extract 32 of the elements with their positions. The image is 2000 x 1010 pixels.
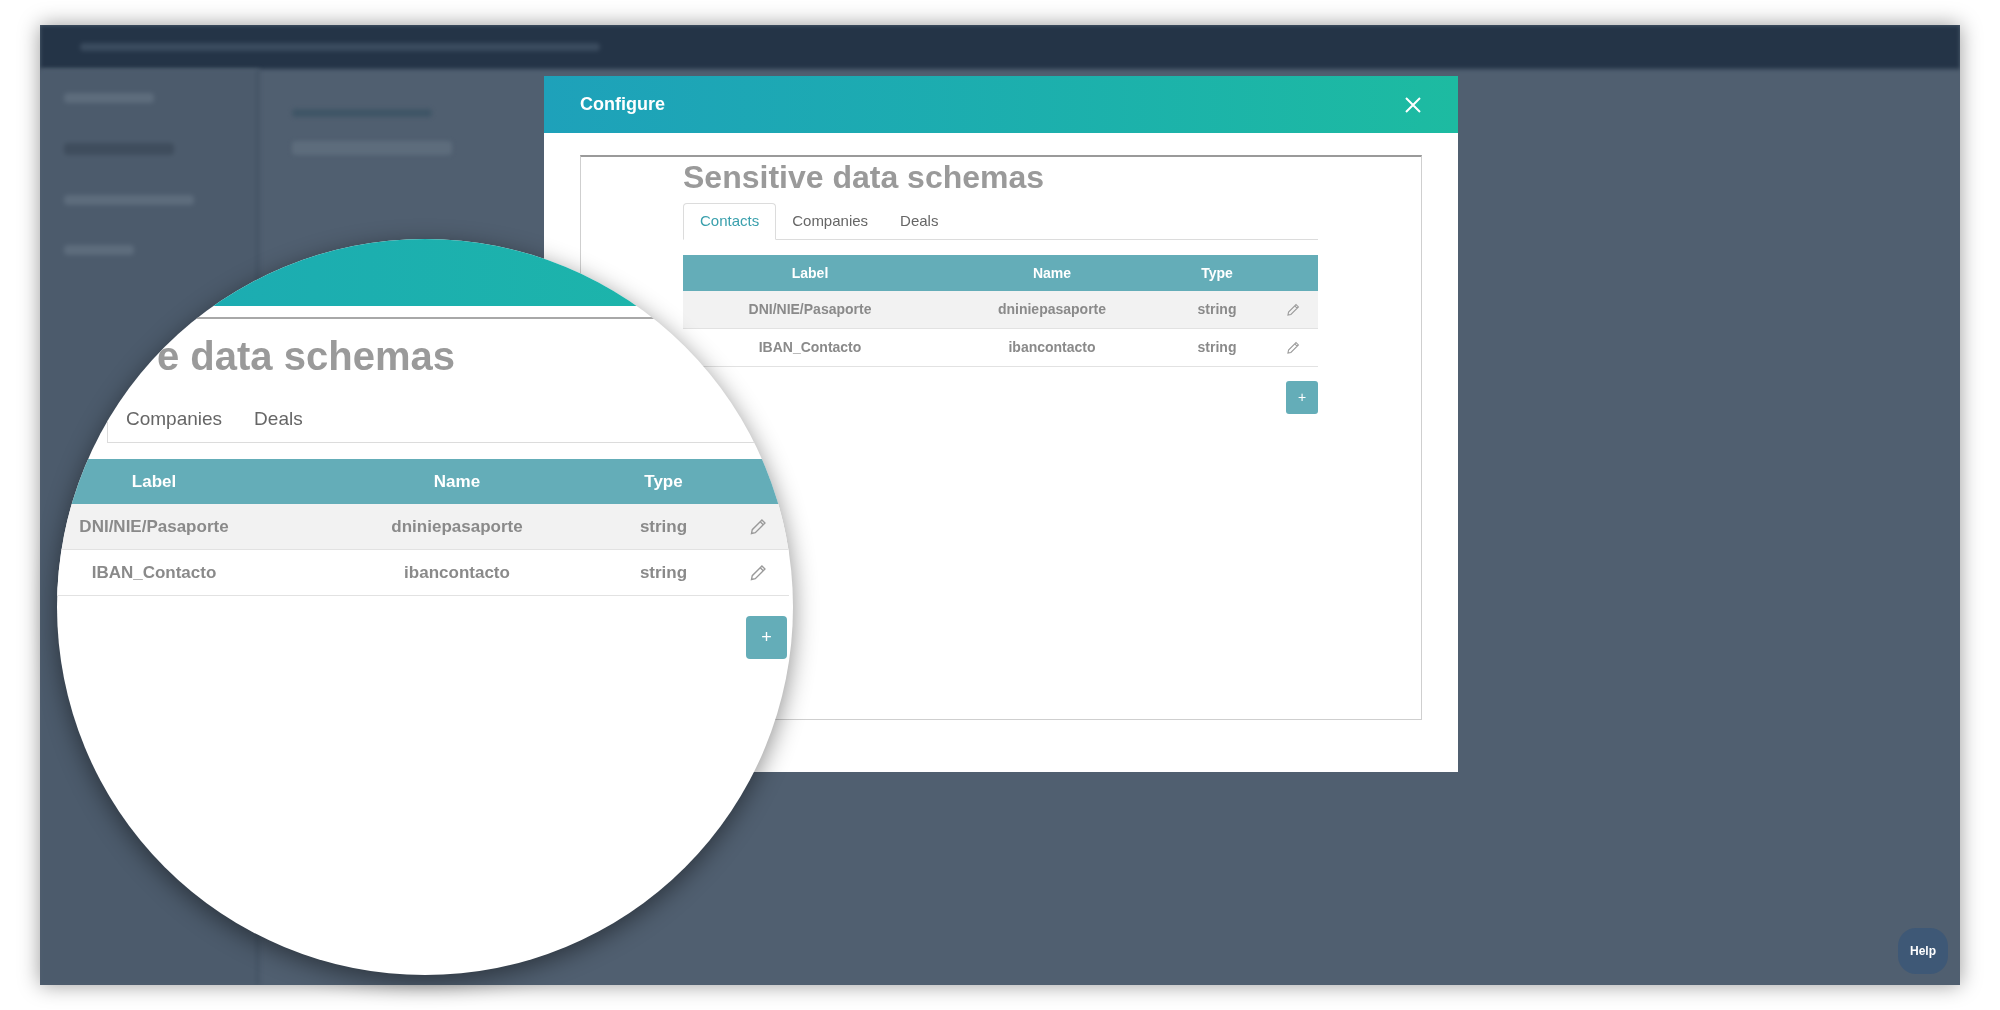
- table-cell-text: string: [639, 561, 688, 584]
- column-header: Label: [791, 263, 829, 283]
- close-icon[interactable]: [1404, 95, 1422, 114]
- dialog-title: Configure: [580, 93, 665, 116]
- column-header: Name: [1032, 263, 1072, 283]
- tab[interactable]: Companies: [776, 203, 885, 239]
- table-cell-text: dniniepasaporte: [997, 300, 1107, 319]
- column-header: Name: [433, 470, 481, 493]
- column-header: Type: [1201, 263, 1233, 283]
- table-cell-text: ibancontacto: [404, 561, 510, 584]
- page-heading: Sensitive data schemas: [683, 158, 1046, 197]
- tab[interactable]: Deals: [254, 405, 303, 434]
- table-cell-text: DNI/NIE/Pasaporte: [79, 515, 229, 538]
- pencil-icon[interactable]: [1285, 302, 1300, 317]
- help-button[interactable]: Help: [1898, 928, 1948, 974]
- table-cell-text: IBAN_Contacto: [758, 338, 862, 357]
- pencil-icon[interactable]: [748, 517, 767, 536]
- column-header: Label: [131, 470, 177, 493]
- table-cell-text: string: [1197, 300, 1237, 319]
- table-cell-text: string: [639, 515, 688, 538]
- pencil-icon[interactable]: [748, 563, 767, 582]
- tab[interactable]: Deals: [884, 203, 955, 239]
- tab[interactable]: Companies: [126, 405, 223, 434]
- table-cell-text: dniniepasaporte: [391, 515, 523, 538]
- tab[interactable]: Contacts: [683, 203, 777, 240]
- page-heading: e data schemas: [157, 333, 455, 380]
- table-cell-text: DNI/NIE/Pasaporte: [748, 300, 872, 319]
- pencil-icon[interactable]: [1285, 340, 1300, 355]
- column-header: Type: [644, 470, 683, 493]
- table-cell-text: ibancontacto: [1008, 338, 1096, 357]
- table-cell-text: IBAN_Contacto: [91, 561, 217, 584]
- table-cell-text: string: [1197, 338, 1237, 357]
